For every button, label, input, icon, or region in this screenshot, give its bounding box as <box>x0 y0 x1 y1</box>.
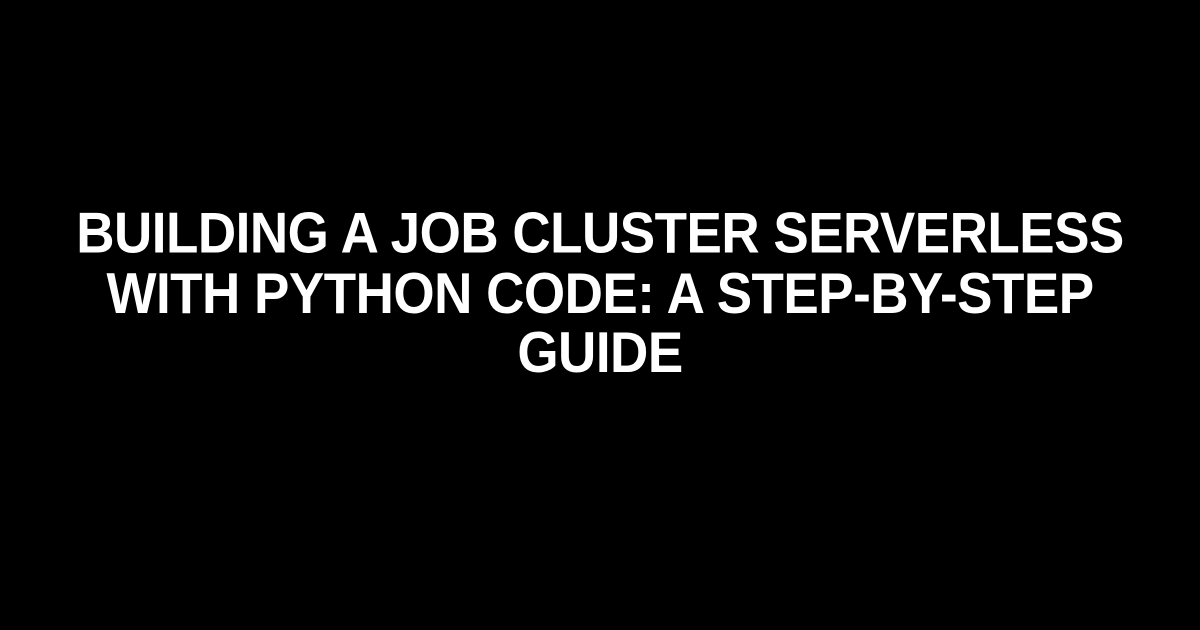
page-title: Building a Job Cluster Serverless with P… <box>0 203 1200 383</box>
